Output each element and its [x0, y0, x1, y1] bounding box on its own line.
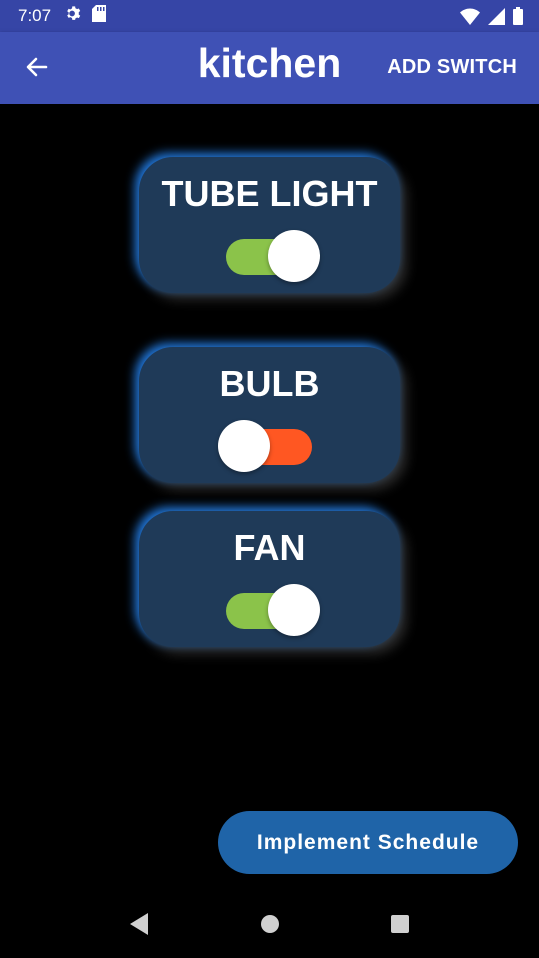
toggle-thumb [268, 584, 320, 636]
wifi-icon [460, 8, 480, 30]
status-icons-right [460, 7, 523, 30]
battery-icon [513, 7, 523, 30]
status-time: 7:07 [18, 6, 52, 25]
switch-card-bulb: BULB [139, 347, 400, 483]
sd-card-icon [92, 5, 107, 27]
gear-icon [65, 5, 82, 27]
toggle-thumb [268, 230, 320, 282]
app-bar: kitchen ADD SWITCH [0, 32, 539, 104]
switch-label: TUBE LIGHT [161, 173, 378, 214]
add-switch-button[interactable]: ADD SWITCH [387, 56, 517, 79]
status-bar: 7:07 [0, 0, 539, 32]
home-nav-icon[interactable] [260, 914, 280, 939]
toggle-switch[interactable] [218, 417, 314, 472]
toggle-thumb [218, 420, 270, 472]
implement-schedule-button[interactable]: Implement Schedule [218, 811, 518, 874]
switch-card-tube-light: TUBE LIGHT [139, 157, 400, 293]
switch-card-fan: FAN [139, 511, 400, 647]
status-icons-left [65, 5, 107, 27]
back-nav-icon[interactable] [129, 912, 150, 940]
toggle-switch[interactable] [226, 581, 320, 636]
system-nav-bar [0, 894, 539, 958]
signal-icon [488, 7, 505, 30]
switch-label: FAN [233, 527, 306, 568]
switch-label: BULB [219, 363, 320, 404]
recents-nav-icon[interactable] [390, 914, 410, 939]
toggle-switch[interactable] [226, 227, 320, 282]
